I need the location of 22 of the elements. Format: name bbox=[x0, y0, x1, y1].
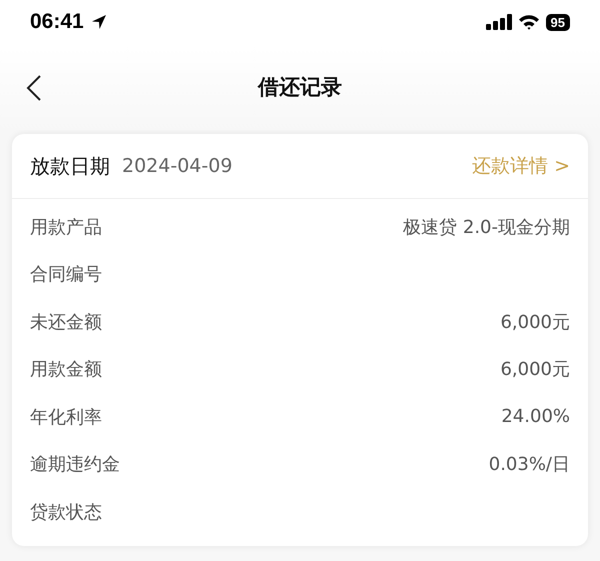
page-title: 借还记录 bbox=[258, 74, 342, 101]
location-arrow-icon bbox=[90, 13, 108, 31]
field-label: 逾期违约金 bbox=[30, 453, 120, 476]
field-label: 合同编号 bbox=[30, 263, 102, 286]
field-value: 6,000元 bbox=[500, 310, 570, 334]
field-value: 6,000元 bbox=[500, 358, 570, 382]
field-value: 24.00% bbox=[501, 406, 570, 428]
status-time: 06:41 bbox=[30, 10, 84, 34]
battery-level: 95 bbox=[546, 14, 570, 30]
back-icon[interactable] bbox=[26, 74, 42, 102]
field-label: 用款金额 bbox=[30, 358, 102, 382]
signal-icon bbox=[486, 14, 512, 30]
wifi-icon bbox=[518, 14, 540, 30]
repayment-details-link[interactable]: 还款详情 > bbox=[472, 153, 570, 179]
loan-date: 2024-04-09 bbox=[122, 155, 232, 177]
field-value: 0.03%/日 bbox=[488, 453, 570, 476]
date-label: 放款日期 bbox=[30, 152, 110, 180]
field-label: 用款产品 bbox=[30, 216, 102, 239]
field-value: 极速贷 2.0-现金分期 bbox=[403, 216, 570, 239]
field-label: 年化利率 bbox=[30, 406, 102, 429]
field-label: 贷款状态 bbox=[30, 500, 102, 524]
field-label: 未还金额 bbox=[30, 310, 102, 334]
